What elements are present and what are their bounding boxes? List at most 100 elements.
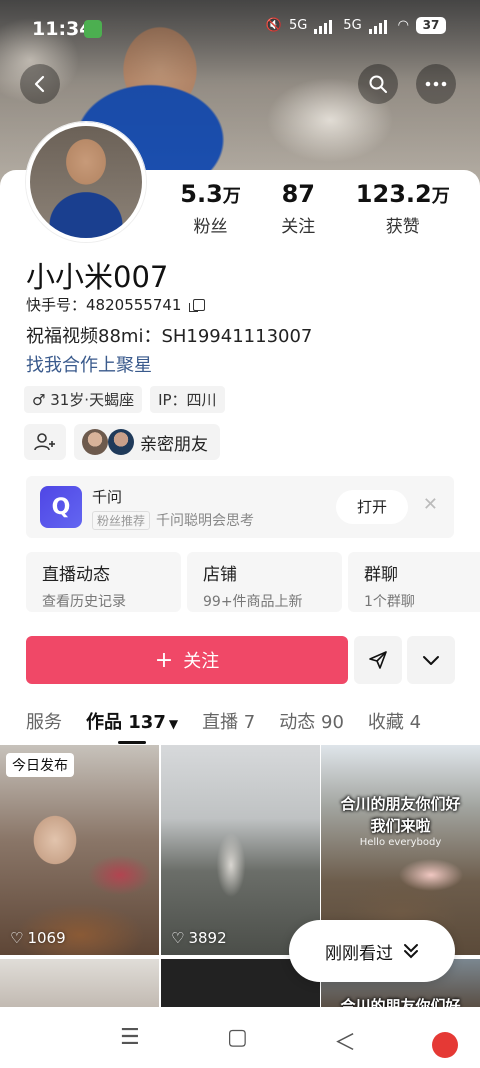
- kuaishou-id-label: 快手号：: [26, 296, 87, 314]
- profile-bio: 祝福视频88mi：SH19941113007: [26, 326, 313, 347]
- more-icon: [425, 81, 447, 87]
- stat-fans[interactable]: 5.3万 粉丝: [180, 180, 241, 237]
- signal-icon: [314, 18, 336, 34]
- network-label-1: 5G: [288, 18, 308, 33]
- status-bar: 11:34 🔇 5G 5G ◠ 37: [0, 0, 480, 58]
- today-badge: 今日发布: [6, 753, 74, 777]
- double-chevron-down-icon: [404, 944, 418, 959]
- more-button[interactable]: [416, 64, 456, 104]
- close-friends-label: 亲密朋友: [140, 434, 208, 455]
- video-thumbnail[interactable]: 今日发布 ♡ 1069: [0, 745, 159, 955]
- feature-shop[interactable]: 店铺 99+件商品上新: [187, 552, 342, 612]
- video-overlay-small: Hello everybody: [359, 837, 442, 848]
- back-arrow-icon: [34, 75, 45, 93]
- back-button[interactable]: [20, 64, 60, 104]
- stat-value: 5.3: [180, 180, 223, 208]
- status-app-icon: [84, 20, 102, 38]
- system-nav-bar: ☰ ▢ ＜: [0, 1007, 480, 1068]
- avatar[interactable]: [26, 122, 146, 242]
- qianwen-logo-icon: Q: [40, 486, 82, 528]
- video-thumbnail[interactable]: [0, 959, 159, 1007]
- feature-subtitle: 99+件商品上新: [203, 594, 303, 610]
- send-icon: [369, 651, 387, 669]
- floating-record-icon[interactable]: [432, 1032, 458, 1058]
- signal-icon: [368, 18, 391, 34]
- search-button[interactable]: [358, 64, 398, 104]
- feature-subtitle: 查看历史记录: [42, 594, 126, 610]
- heart-icon: ♡: [171, 929, 185, 947]
- recently-viewed-button[interactable]: 刚刚看过: [289, 920, 455, 982]
- open-app-button[interactable]: 打开: [336, 490, 408, 524]
- add-friend-button[interactable]: [24, 424, 66, 460]
- profile-tags: ♂ 31岁·天蝎座 IP：四川: [24, 386, 225, 413]
- recommendation-subtitle: 千问聪明会思考: [156, 513, 255, 529]
- feature-group-chat[interactable]: 群聊 1个群聊: [348, 552, 480, 612]
- caret-down-icon: ▼: [168, 717, 179, 731]
- recommendation-subtitle-row: 粉丝推荐 千问聪明会思考: [92, 510, 254, 530]
- friend-avatar: [108, 429, 134, 455]
- recommendation-title: 千问: [92, 488, 123, 506]
- stat-following[interactable]: 87 关注: [281, 180, 315, 237]
- recently-viewed-label: 刚刚看过: [325, 943, 393, 964]
- plus-icon: +: [154, 647, 174, 673]
- stat-likes[interactable]: 123.2万 获赞: [356, 180, 450, 237]
- stat-value: 123.2: [355, 180, 432, 208]
- mute-icon: 🔇: [265, 18, 282, 33]
- wifi-icon: ◠: [397, 18, 409, 33]
- video-overlay-line1: 合川的朋友你们好: [340, 795, 461, 813]
- video-likes: ♡ 1069: [10, 929, 66, 947]
- tab-service[interactable]: 服务: [26, 708, 62, 734]
- follow-button[interactable]: + 关注: [26, 636, 348, 684]
- tab-works[interactable]: 作品 137 ▼: [86, 708, 179, 744]
- collab-link[interactable]: 找我合作上聚星: [26, 351, 152, 377]
- video-overlay-line1: 合川的朋友你们好: [340, 997, 461, 1007]
- network-label-2: 5G: [343, 18, 362, 33]
- kuaishou-id: 快手号： 4820555741: [26, 294, 206, 315]
- tab-posts[interactable]: 动态 90: [279, 708, 344, 734]
- likes-count: 1069: [27, 929, 66, 947]
- menu-icon[interactable]: ☰: [120, 1025, 140, 1050]
- tab-live[interactable]: 直播 7: [202, 708, 255, 734]
- tab-works-label: 作品 137: [86, 712, 166, 733]
- search-icon: [369, 75, 387, 93]
- tab-favorites[interactable]: 收藏 4: [368, 708, 421, 734]
- close-icon[interactable]: ✕: [423, 494, 438, 515]
- stat-label: 获赞: [385, 217, 420, 237]
- chevron-down-icon: [423, 656, 439, 665]
- recommendation-badge: 粉丝推荐: [92, 510, 151, 530]
- heart-icon: ♡: [10, 929, 24, 947]
- tag-age-zodiac: ♂ 31岁·天蝎座: [24, 386, 143, 413]
- tag-ip-location: IP：四川: [150, 386, 225, 413]
- app-recommendation: Q 千问 粉丝推荐 千问聪明会思考 打开 ✕: [26, 476, 454, 538]
- profile-name: 小小米007: [26, 260, 169, 294]
- video-thumbnail[interactable]: ♡ 3892: [161, 745, 320, 955]
- follow-label: 关注: [183, 651, 220, 672]
- feature-title: 直播动态: [42, 565, 110, 585]
- stat-unit: 万: [222, 186, 241, 207]
- stat-unit: 万: [431, 186, 450, 207]
- battery-icon: 37: [416, 17, 446, 34]
- feature-subtitle: 1个群聊: [364, 594, 415, 610]
- feature-title: 店铺: [203, 565, 237, 585]
- share-button[interactable]: [354, 636, 402, 684]
- likes-count: 3892: [188, 929, 227, 947]
- feature-title: 群聊: [364, 565, 398, 585]
- kuaishou-id-value: 4820555741: [86, 295, 182, 314]
- friend-avatar: [82, 429, 108, 455]
- stat-label: 粉丝: [193, 217, 228, 237]
- friends-row: 亲密朋友: [24, 424, 220, 460]
- video-overlay-line2: 我们来啦: [370, 817, 431, 835]
- profile-stats: 5.3万 粉丝 87 关注 123.2万 获赞: [160, 180, 470, 237]
- add-person-icon: [34, 433, 55, 451]
- stat-label: 关注: [281, 217, 316, 237]
- stat-value: 87: [281, 180, 315, 208]
- home-icon[interactable]: ▢: [227, 1025, 248, 1050]
- content-tabs: 服务 作品 137 ▼ 直播 7 动态 90 收藏 4: [26, 708, 421, 744]
- back-nav-icon[interactable]: ＜: [334, 1025, 356, 1057]
- expand-button[interactable]: [407, 636, 455, 684]
- video-likes: ♡ 3892: [171, 929, 227, 947]
- close-friends-button[interactable]: 亲密朋友: [74, 424, 220, 460]
- status-icons: 🔇 5G 5G ◠ 37: [266, 17, 446, 34]
- feature-live-history[interactable]: 直播动态 查看历史记录: [26, 552, 181, 612]
- copy-icon[interactable]: [189, 298, 206, 312]
